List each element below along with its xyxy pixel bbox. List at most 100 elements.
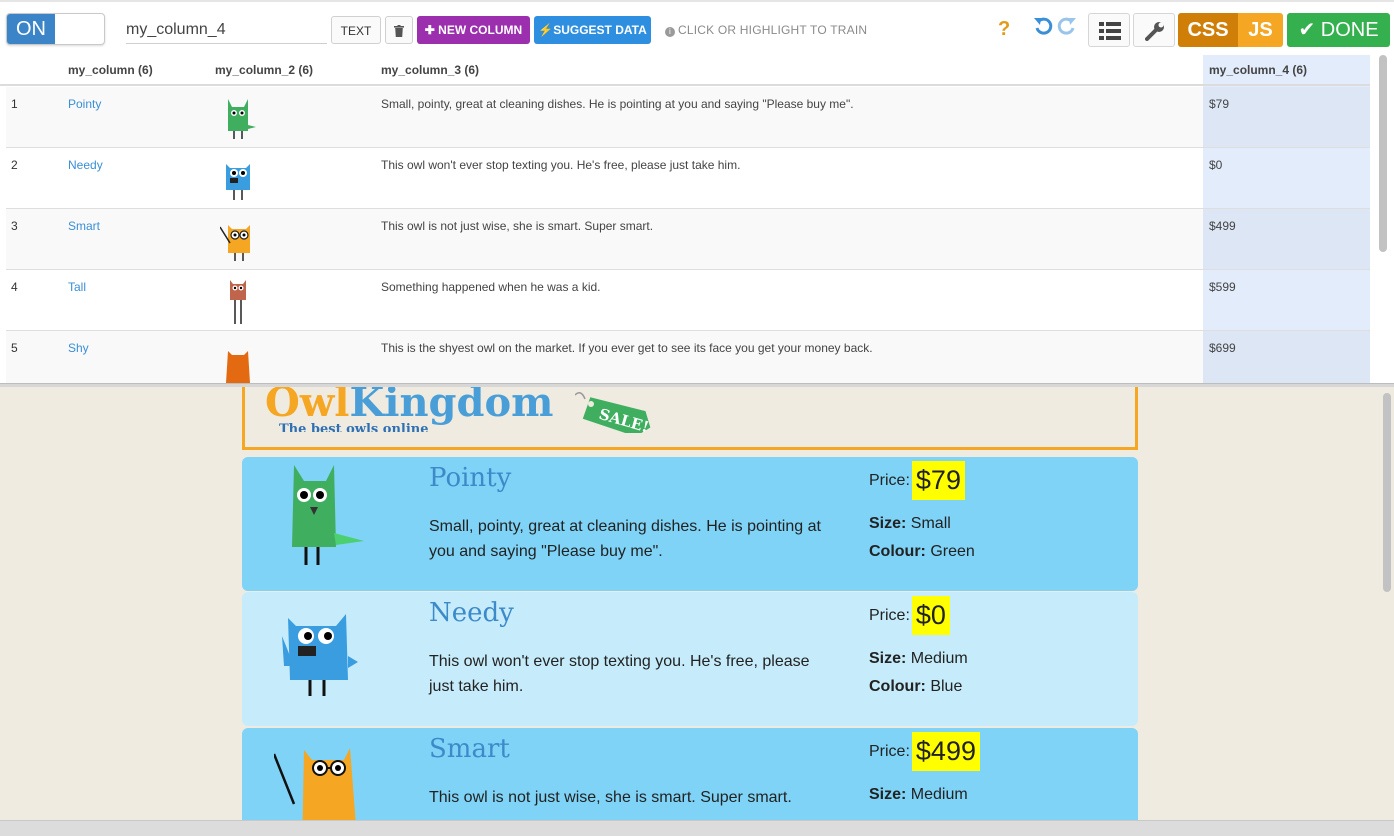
wrench-icon [1145,22,1164,41]
css-button[interactable]: CSS [1178,13,1238,47]
preview-scrollbar[interactable] [1383,393,1391,592]
redo-icon[interactable] [1055,15,1077,44]
help-icon[interactable]: ? [998,18,1010,41]
site-banner: OwlKingdom The best owls online SALE! [242,387,1138,450]
table-row[interactable]: 1 Pointy Small, pointy, great at cleanin… [6,87,1370,148]
owl-image [274,748,356,820]
owl-thumbnail [226,351,250,383]
owl-name-cell[interactable]: Needy [68,158,103,172]
owl-description-cell[interactable]: This is the shyest owl on the market. If… [381,341,873,355]
price-label: Price: [869,472,910,489]
colour-label: Colour: [869,678,926,695]
owl-price-cell[interactable]: $499 [1209,219,1236,233]
product-card[interactable]: Smart This owl is not just wise, she is … [242,728,1138,820]
price-value: $499 [911,732,980,771]
product-card[interactable]: Pointy Small, pointy, great at cleaning … [242,457,1138,591]
size-value: Medium [910,786,968,803]
size-value: Small [910,515,951,532]
owl-image [282,614,358,696]
row-number: 5 [11,341,18,355]
product-size: Size: Medium [869,650,968,668]
table-row[interactable]: 3 Smart This owl is not just wise, she i… [6,209,1370,270]
text-button[interactable]: TEXT [331,16,381,44]
train-hint-text: CLICK OR HIGHLIGHT TO TRAIN [678,23,868,37]
site-tagline: The best owls online [279,423,429,432]
column-header-4[interactable]: my_column_4 (6) [1209,63,1307,77]
table-icon [1099,22,1121,40]
table-scrollbar[interactable] [1379,55,1387,252]
product-price: Price: $79 [869,461,965,500]
trash-icon [394,25,404,37]
data-table: my_column (6) my_column_2 (6) my_column_… [0,55,1394,385]
owl-thumbnail [228,99,256,139]
settings-button[interactable] [1133,13,1175,47]
product-description: This owl won't ever stop texting you. He… [429,653,810,695]
table-view-button[interactable] [1088,13,1130,47]
table-header: my_column (6) my_column_2 (6) my_column_… [0,55,1370,86]
column-header-2[interactable]: my_column_2 (6) [215,63,313,77]
owl-price-cell[interactable]: $599 [1209,280,1236,294]
owl-description-cell[interactable]: Small, pointy, great at cleaning dishes.… [381,97,854,111]
owl-description-cell[interactable]: This owl won't ever stop texting you. He… [381,158,740,172]
owl-price-cell[interactable]: $0 [1209,158,1222,172]
horizontal-scrollbar[interactable] [0,820,1394,836]
row-number: 1 [11,97,18,111]
delete-column-button[interactable] [385,16,413,44]
table-row[interactable]: 4 Tall Something happened when he was a … [6,270,1370,331]
column-header-3[interactable]: my_column_3 (6) [381,63,479,77]
colour-label: Colour: [869,543,926,560]
product-size: Size: Medium [869,786,968,804]
product-title: Needy [429,598,514,628]
column-header-1[interactable]: my_column (6) [68,63,153,77]
done-button[interactable]: ✔ DONE [1287,13,1390,47]
product-price: Price: $499 [869,732,980,771]
column-name-input[interactable] [126,16,327,44]
price-value: $0 [911,596,950,635]
row-number: 2 [11,158,18,172]
sale-tag-icon: SALE! [575,392,651,433]
undo-icon[interactable] [1033,15,1055,44]
owl-thumbnail [226,164,250,200]
owl-thumbnail [230,280,246,324]
preview-pane: OwlKingdom The best owls online SALE! Po… [0,387,1394,820]
price-value: $79 [911,461,965,500]
product-title: Smart [429,734,510,764]
price-label: Price: [869,607,910,624]
logo-owl-text: Owl [265,387,350,426]
owl-image [292,465,364,565]
colour-value: Green [930,543,975,560]
owl-name-cell[interactable]: Pointy [68,97,101,111]
info-icon: i [665,27,675,37]
product-price: Price: $0 [869,596,950,635]
new-column-button[interactable]: ✚ NEW COLUMN [417,16,530,44]
table-row[interactable]: 2 Needy This owl won't ever stop texting… [6,148,1370,209]
product-colour: Colour: Blue [869,678,962,696]
owl-price-cell[interactable]: $79 [1209,97,1229,111]
site-logo: OwlKingdom [265,387,553,426]
js-button[interactable]: JS [1238,13,1283,47]
size-value: Medium [910,650,968,667]
train-hint: i CLICK OR HIGHLIGHT TO TRAIN [665,23,867,37]
product-title: Pointy [429,463,512,493]
owl-description-cell[interactable]: This owl is not just wise, she is smart.… [381,219,653,233]
on-off-toggle[interactable]: ON [6,13,105,45]
product-card[interactable]: Needy This owl won't ever stop texting y… [242,592,1138,726]
size-label: Size: [869,515,907,532]
toolbar: ON TEXT ✚ NEW COLUMN ⚡SUGGEST DATA iCLIC… [0,0,1394,55]
table-row[interactable]: 5 Shy This is the shyest owl on the mark… [6,331,1370,385]
suggest-data-button[interactable]: ⚡SUGGEST DATA [534,16,651,44]
owl-thumbnail [220,225,250,261]
size-label: Size: [869,650,907,667]
owl-name-cell[interactable]: Smart [68,219,100,233]
size-label: Size: [869,786,907,803]
owl-name-cell[interactable]: Shy [68,341,89,355]
colour-value: Blue [930,678,963,695]
row-number: 4 [11,280,18,294]
product-colour: Colour: Green [869,543,975,561]
logo-kingdom-text: Kingdom [349,387,554,426]
owl-description-cell[interactable]: Something happened when he was a kid. [381,280,601,294]
owl-name-cell[interactable]: Tall [68,280,86,294]
owl-price-cell[interactable]: $699 [1209,341,1236,355]
css-js-toggle[interactable]: CSS JS [1178,13,1283,47]
row-number: 3 [11,219,18,233]
